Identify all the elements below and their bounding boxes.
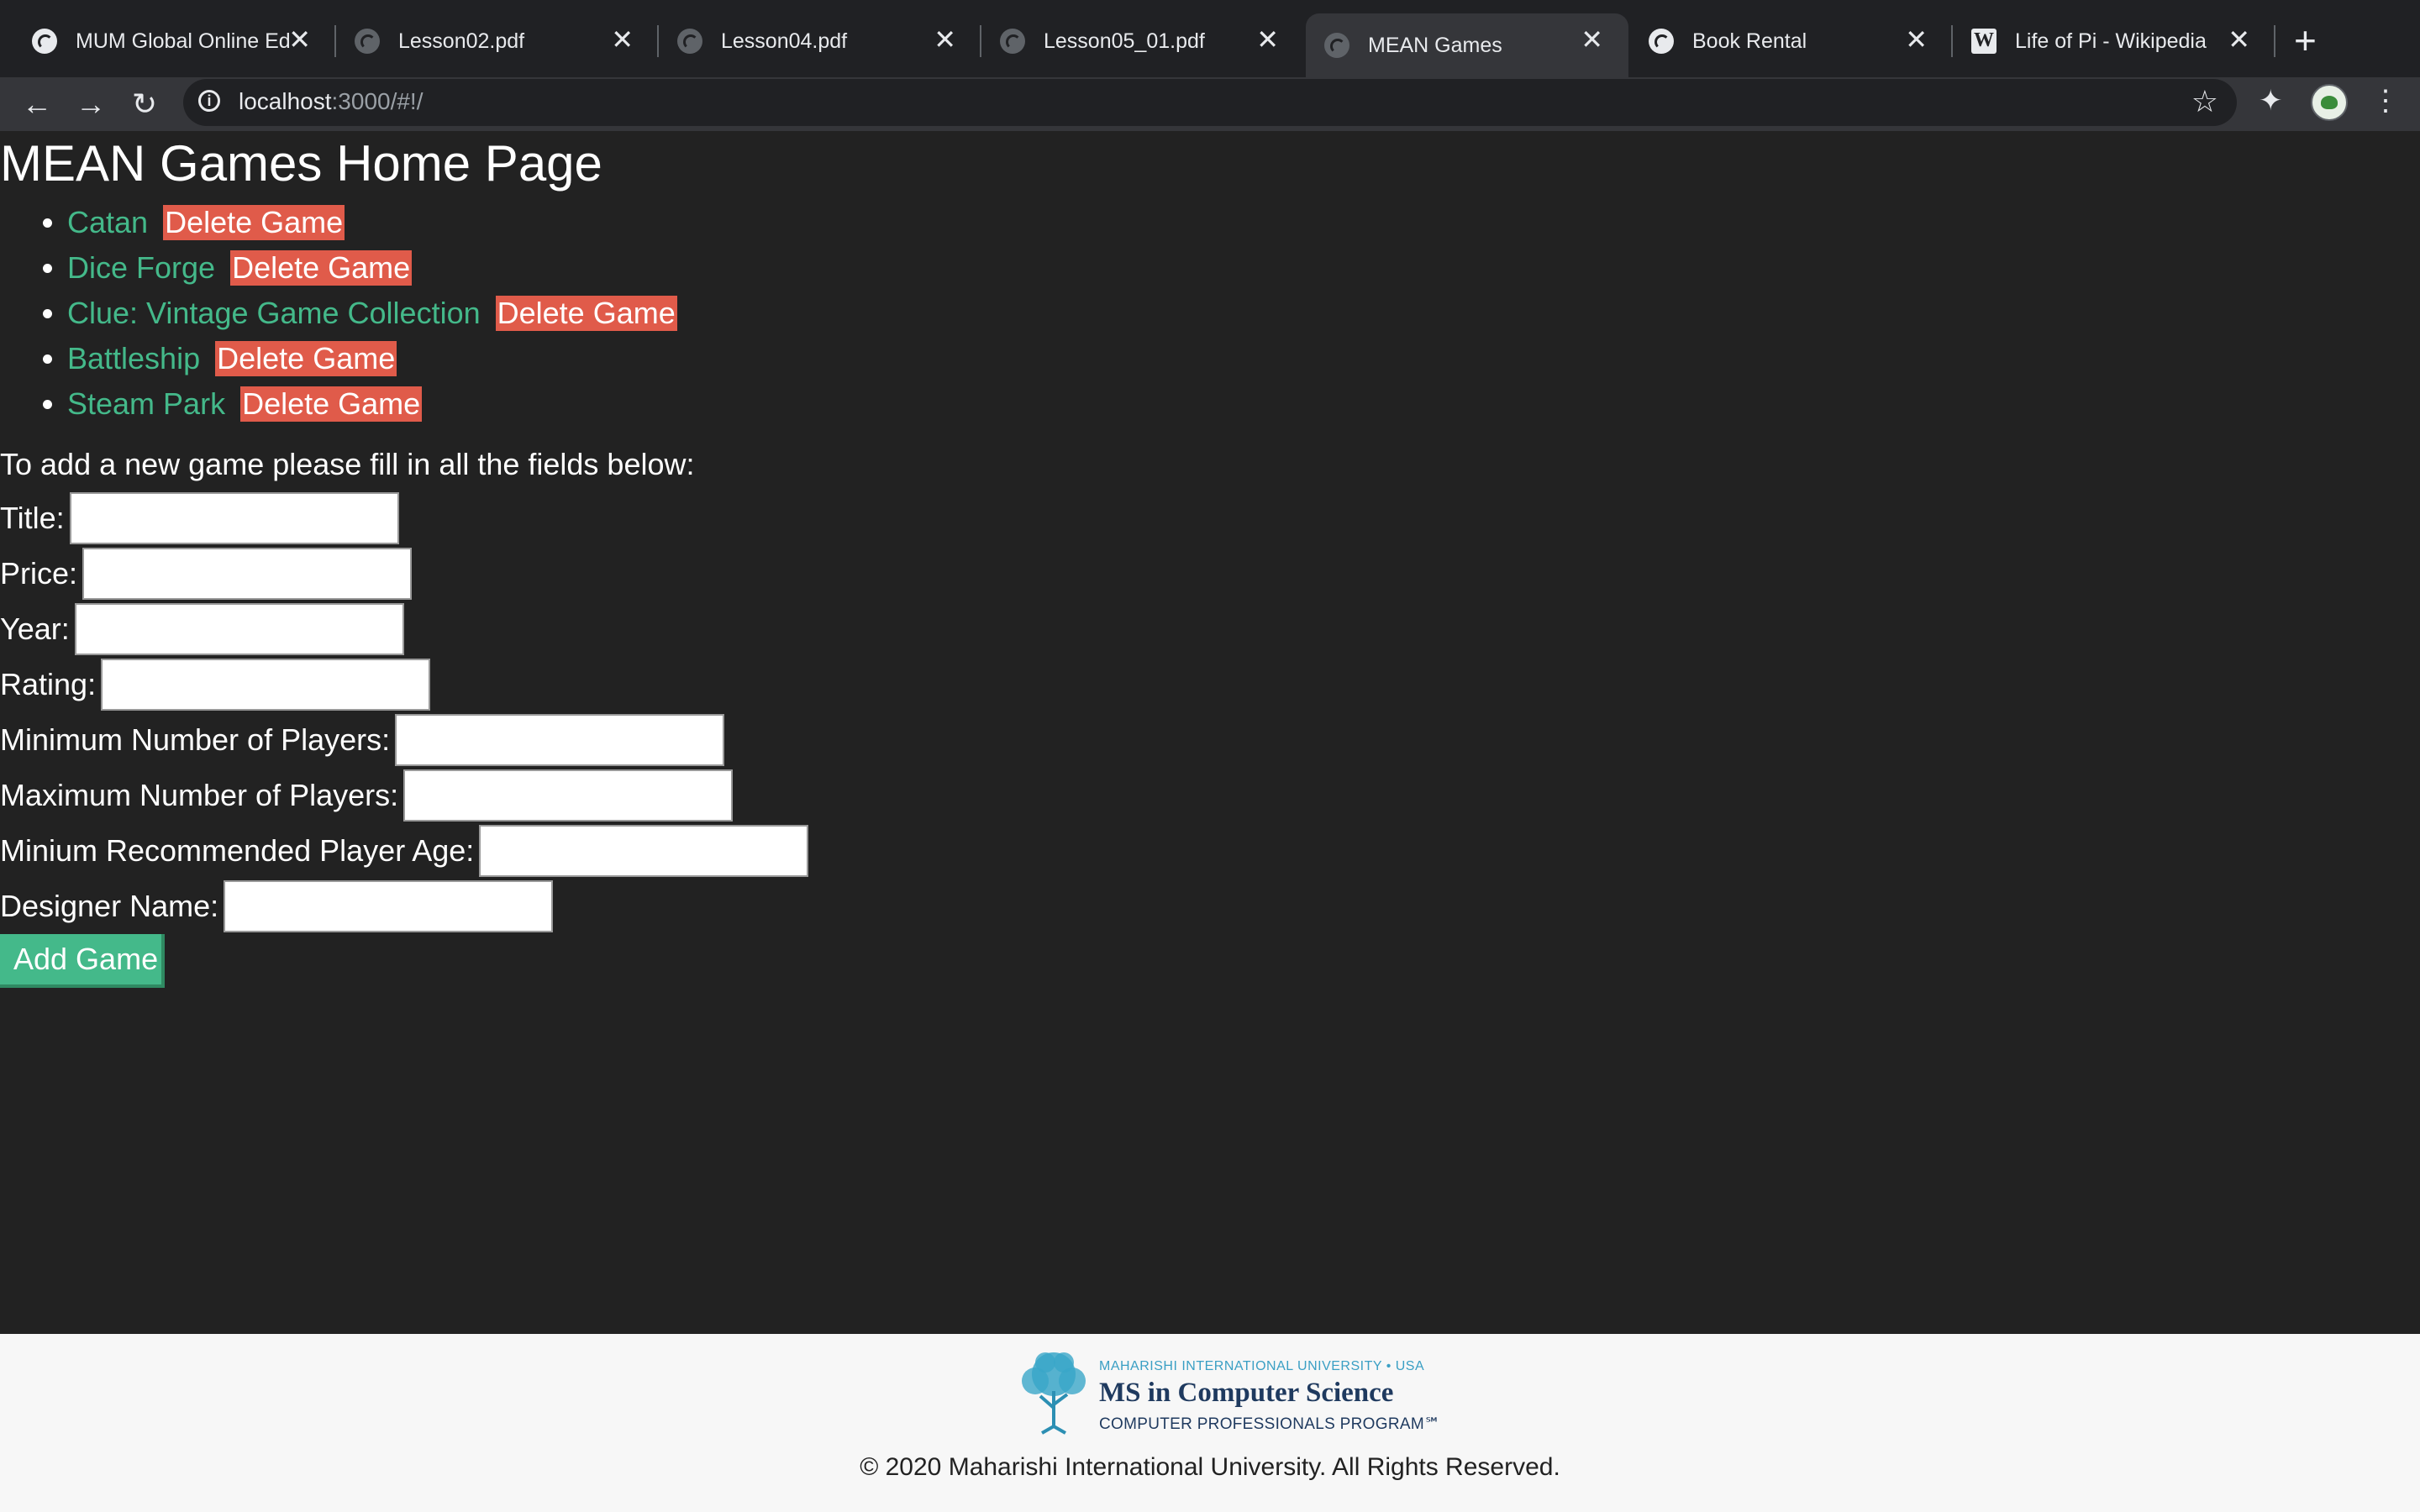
logo-top-text: MAHARISHI INTERNATIONAL UNIVERSITY • USA (1099, 1359, 1425, 1373)
max-players-input[interactable] (403, 769, 734, 822)
add-game-button[interactable]: Add Game (0, 934, 165, 988)
url-text[interactable]: localhost:3000/#!/ (239, 88, 424, 115)
game-link[interactable]: Battleship (67, 341, 200, 375)
rating-label: Rating: (0, 667, 97, 701)
tab-title: MUM Global Online Ed (76, 29, 291, 53)
delete-game-button[interactable]: Delete Game (215, 341, 397, 376)
browser-toolbar: ← → ↻ i localhost:3000/#!/ ☆ ✦ ⋮ (0, 77, 2420, 131)
forward-arrow-icon[interactable]: → (72, 86, 109, 123)
globe-icon (1649, 29, 1674, 54)
game-list: Catan Delete Game Dice Forge Delete Game… (0, 200, 677, 427)
title-label: Title: (0, 501, 65, 535)
globe-icon (1324, 33, 1349, 58)
url-host: localhost (239, 88, 332, 114)
game-link[interactable]: Clue: Vintage Game Collection (67, 296, 481, 330)
delete-game-button[interactable]: Delete Game (240, 386, 423, 422)
designer-input[interactable] (224, 880, 554, 932)
rating-field-row: Rating: (0, 657, 431, 712)
close-icon[interactable]: ✕ (288, 24, 311, 55)
price-field-row: Price: (0, 546, 413, 601)
copyright-text: © 2020 Maharishi International Universit… (860, 1453, 1560, 1481)
tab-title: Life of Pi - Wikipedia (2015, 29, 2207, 53)
info-icon[interactable]: i (198, 90, 220, 112)
min-age-label: Minium Recommended Player Age: (0, 833, 475, 868)
tree-logo-icon (1022, 1352, 1086, 1435)
page-title: MEAN Games Home Page (0, 135, 602, 192)
tab-title: Lesson04.pdf (721, 29, 848, 53)
university-logo: MAHARISHI INTERNATIONAL UNIVERSITY • USA… (1012, 1349, 1440, 1441)
tab-mean-games[interactable]: MEAN Games ✕ (1306, 13, 1628, 77)
max-players-label: Maximum Number of Players: (0, 778, 399, 812)
back-arrow-icon[interactable]: ← (18, 86, 55, 123)
game-link[interactable]: Dice Forge (67, 250, 215, 285)
min-players-input[interactable] (395, 714, 725, 766)
address-bar[interactable]: i localhost:3000/#!/ ☆ (183, 79, 2237, 126)
list-item: Clue: Vintage Game Collection Delete Gam… (67, 291, 677, 336)
tab-lesson05[interactable]: Lesson05_01.pdf ✕ (981, 13, 1304, 69)
tab-title: MEAN Games (1368, 33, 1502, 57)
price-label: Price: (0, 556, 78, 591)
delete-game-button[interactable]: Delete Game (230, 250, 413, 286)
form-intro: To add a new game please fill in all the… (0, 447, 695, 481)
min-players-field-row: Minimum Number of Players: (0, 712, 725, 768)
list-item: Dice Forge Delete Game (67, 245, 677, 291)
kebab-menu-icon[interactable]: ⋮ (2371, 82, 2400, 119)
delete-game-button[interactable]: Delete Game (163, 205, 345, 240)
close-icon[interactable]: ✕ (2228, 24, 2250, 55)
reload-icon[interactable]: ↻ (126, 86, 163, 123)
close-icon[interactable]: ✕ (1905, 24, 1928, 55)
price-input[interactable] (82, 548, 413, 600)
logo-bottom-text: COMPUTER PROFESSIONALS PROGRAM℠ (1099, 1415, 1441, 1433)
bookmark-star-icon[interactable]: ☆ (2191, 84, 2218, 119)
title-input[interactable] (69, 492, 399, 544)
max-players-field-row: Maximum Number of Players: (0, 768, 734, 823)
game-link[interactable]: Catan (67, 205, 148, 239)
min-age-input[interactable] (479, 825, 809, 877)
tab-title: Lesson05_01.pdf (1044, 29, 1205, 53)
footer: MAHARISHI INTERNATIONAL UNIVERSITY • USA… (0, 1334, 2420, 1512)
game-link[interactable]: Steam Park (67, 386, 225, 421)
wikipedia-icon (1971, 29, 1996, 54)
min-players-label: Minimum Number of Players: (0, 722, 391, 757)
page-content: MEAN Games Home Page Catan Delete Game D… (0, 131, 2420, 1334)
tab-title: Lesson02.pdf (398, 29, 525, 53)
extensions-puzzle-icon[interactable]: ✦ (2259, 84, 2283, 118)
profile-avatar[interactable] (2311, 84, 2348, 121)
globe-icon (32, 29, 57, 54)
rating-input[interactable] (101, 659, 431, 711)
delete-game-button[interactable]: Delete Game (495, 296, 677, 331)
tab-lesson04[interactable]: Lesson04.pdf ✕ (659, 13, 981, 69)
close-icon[interactable]: ✕ (611, 24, 634, 55)
year-input[interactable] (74, 603, 404, 655)
globe-icon (677, 29, 702, 54)
close-icon[interactable]: ✕ (1256, 24, 1279, 55)
designer-label: Designer Name: (0, 889, 219, 923)
min-age-field-row: Minium Recommended Player Age: (0, 823, 809, 879)
designer-field-row: Designer Name: (0, 879, 554, 934)
title-field-row: Title: (0, 491, 399, 546)
tab-book-rental[interactable]: Book Rental ✕ (1630, 13, 1953, 69)
list-item: Catan Delete Game (67, 200, 677, 245)
tab-strip: MUM Global Online Ed ✕ Lesson02.pdf ✕ Le… (0, 0, 2420, 77)
tab-mum-global[interactable]: MUM Global Online Ed ✕ (13, 13, 336, 69)
logo-main-text: MS in Computer Science (1099, 1378, 1394, 1408)
tab-lesson02[interactable]: Lesson02.pdf ✕ (336, 13, 659, 69)
year-label: Year: (0, 612, 70, 646)
globe-icon (1000, 29, 1025, 54)
tab-title: Book Rental (1692, 29, 1807, 53)
url-path: :3000/#!/ (331, 88, 424, 114)
new-tab-icon[interactable]: + (2294, 18, 2317, 62)
tab-life-of-pi[interactable]: Life of Pi - Wikipedia ✕ (1953, 13, 2275, 69)
list-item: Steam Park Delete Game (67, 381, 677, 427)
tab-separator (2274, 25, 2275, 57)
globe-icon (355, 29, 380, 54)
year-field-row: Year: (0, 601, 404, 657)
list-item: Battleship Delete Game (67, 336, 677, 381)
close-icon[interactable]: ✕ (934, 24, 956, 55)
close-icon[interactable]: ✕ (1581, 24, 1603, 55)
